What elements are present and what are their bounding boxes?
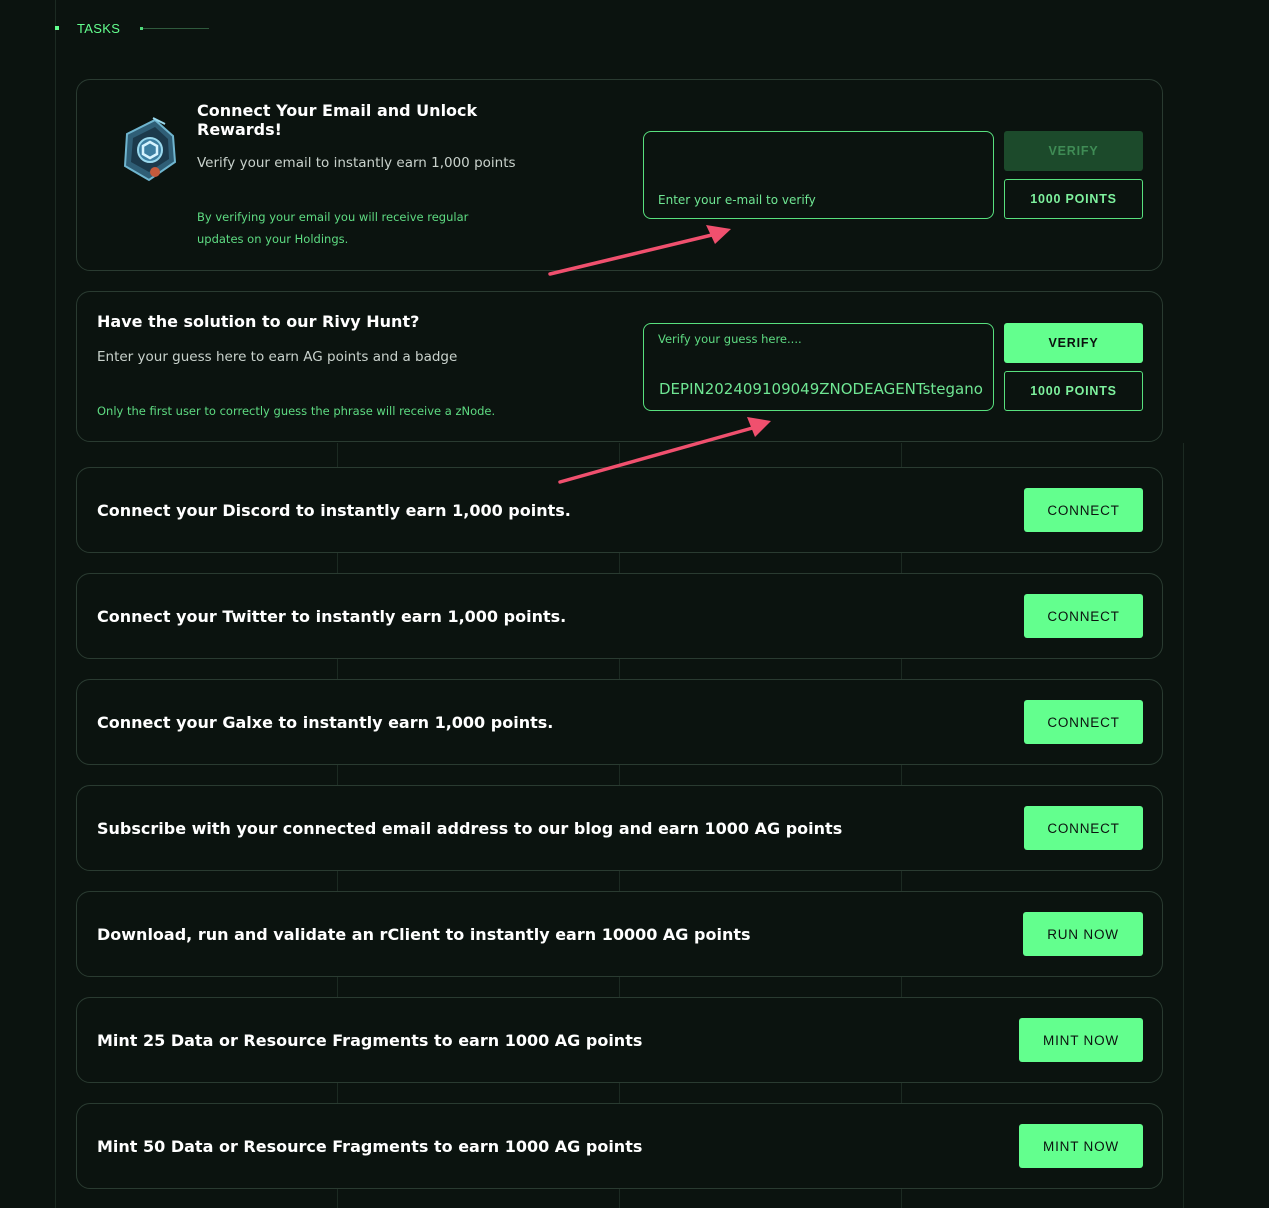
task-row-discord: Connect your Discord to instantly earn 1… — [76, 467, 1163, 553]
task-row-twitter: Connect your Twitter to instantly earn 1… — [76, 573, 1163, 659]
guess-input-value: DEPIN202409109049ZNODEAGENTstegano — [659, 380, 983, 398]
task-row-mint-50: Mint 50 Data or Resource Fragments to ea… — [76, 1103, 1163, 1189]
task-title-rclient: Download, run and validate an rClient to… — [97, 924, 751, 944]
mint-now-button[interactable]: MINT NOW — [1019, 1018, 1143, 1062]
hunt-points-badge: 1000 POINTS — [1004, 371, 1143, 411]
task-row-rclient: Download, run and validate an rClient to… — [76, 891, 1163, 977]
hunt-verify-button[interactable]: VERIFY — [1004, 323, 1143, 363]
task-title-twitter: Connect your Twitter to instantly earn 1… — [97, 606, 567, 626]
task-row-mint-25: Mint 25 Data or Resource Fragments to ea… — [76, 997, 1163, 1083]
email-points-badge: 1000 POINTS — [1004, 179, 1143, 219]
email-task-card: Connect Your Email and Unlock Rewards! V… — [76, 79, 1163, 271]
mint-now-button[interactable]: MINT NOW — [1019, 1124, 1143, 1168]
email-token-icon — [123, 117, 177, 182]
task-title-galxe: Connect your Galxe to instantly earn 1,0… — [97, 712, 554, 732]
hunt-task-title: Have the solution to our Rivy Hunt? — [97, 312, 420, 331]
email-task-subtitle: Verify your email to instantly earn 1,00… — [197, 155, 516, 171]
task-title-blog: Subscribe with your connected email addr… — [97, 818, 843, 838]
email-task-note: By verifying your email you will receive… — [197, 210, 469, 246]
left-rail-line — [55, 0, 56, 1208]
connect-galxe-button[interactable]: CONNECT — [1024, 700, 1143, 744]
tasks-header: TASKS — [55, 18, 210, 38]
email-input[interactable]: Enter your e-mail to verify — [643, 131, 994, 219]
task-row-galxe: Connect your Galxe to instantly earn 1,0… — [76, 679, 1163, 765]
tasks-title: TASKS — [77, 20, 121, 36]
email-task-title: Connect Your Email and Unlock Rewards! — [197, 101, 478, 139]
hunt-task-subtitle: Enter your guess here to earn AG points … — [97, 349, 458, 365]
header-rule — [143, 27, 210, 29]
task-row-blog: Subscribe with your connected email addr… — [76, 785, 1163, 871]
connect-discord-button[interactable]: CONNECT — [1024, 488, 1143, 532]
email-verify-button[interactable]: VERIFY — [1004, 131, 1143, 171]
hunt-task-note: Only the first user to correctly guess t… — [97, 404, 496, 418]
guess-input[interactable]: Verify your guess here.... DEPIN20240910… — [643, 323, 994, 411]
hunt-task-card: Have the solution to our Rivy Hunt? Ente… — [76, 291, 1163, 442]
task-title-mint-50: Mint 50 Data or Resource Fragments to ea… — [97, 1136, 643, 1156]
task-title-discord: Connect your Discord to instantly earn 1… — [97, 500, 571, 520]
task-title-mint-25: Mint 25 Data or Resource Fragments to ea… — [97, 1030, 643, 1050]
bullet-marker — [55, 26, 59, 30]
right-rail-line — [1183, 443, 1184, 1208]
connect-twitter-button[interactable]: CONNECT — [1024, 594, 1143, 638]
connect-blog-button[interactable]: CONNECT — [1024, 806, 1143, 850]
email-input-placeholder: Enter your e-mail to verify — [658, 193, 816, 207]
run-now-button[interactable]: RUN NOW — [1023, 912, 1143, 956]
guess-input-label: Verify your guess here.... — [658, 332, 802, 346]
